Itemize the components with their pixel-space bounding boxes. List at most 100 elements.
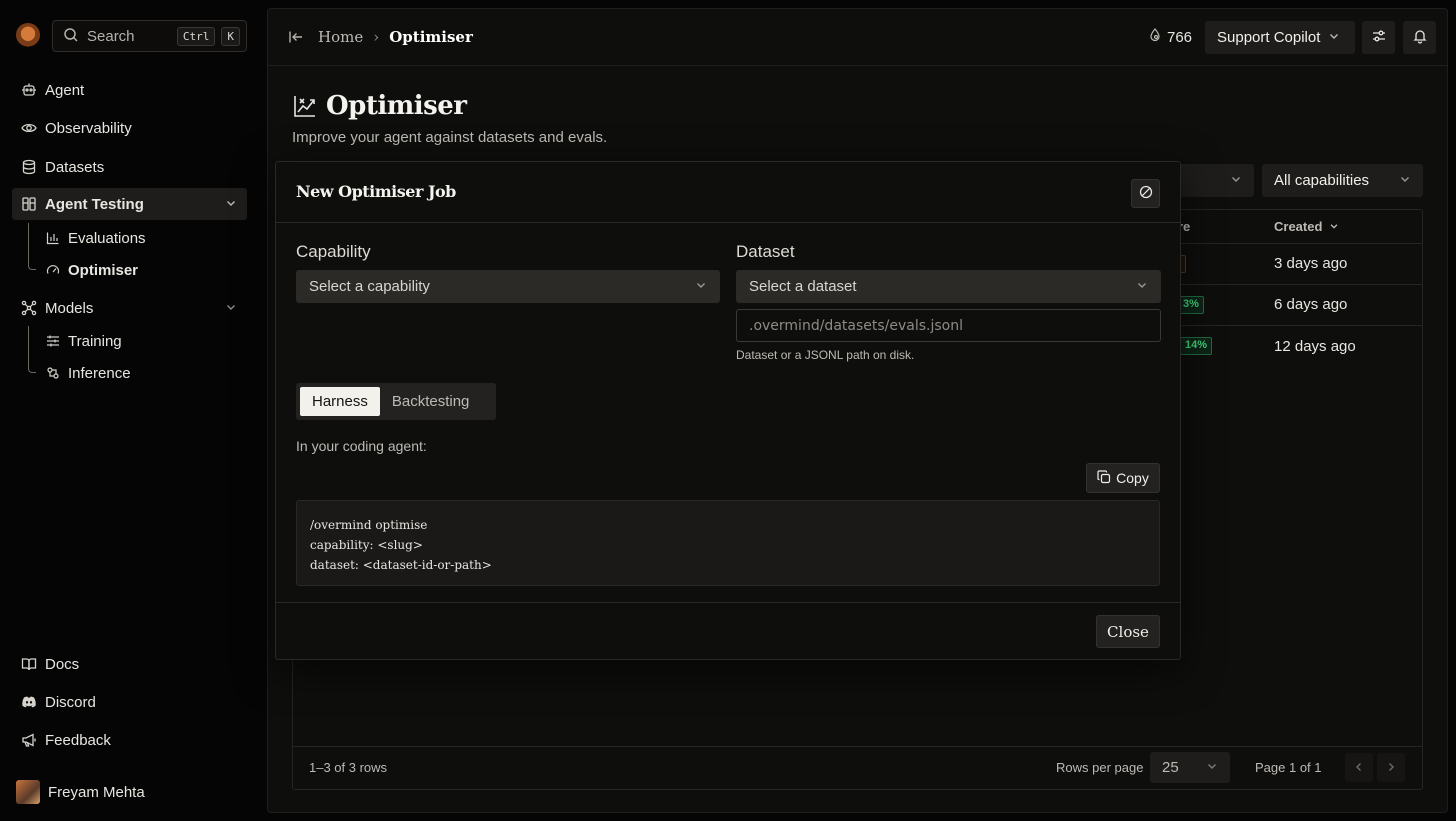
tab-backtesting[interactable]: Backtesting — [380, 387, 482, 416]
chevron-left-icon — [1353, 760, 1365, 776]
nav-optimiser[interactable]: Optimiser — [46, 257, 138, 283]
chevron-down-icon — [1206, 759, 1218, 776]
dialog-header-divider — [276, 222, 1180, 223]
nav-discord[interactable]: Discord — [12, 686, 247, 718]
new-optimiser-job-dialog: New Optimiser Job Capability Select a ca… — [275, 161, 1181, 660]
collapse-sidebar-icon[interactable] — [288, 29, 304, 48]
notifications-button[interactable] — [1403, 21, 1436, 54]
credits-value: 766 — [1167, 28, 1193, 46]
nav-evaluations[interactable]: Evaluations — [46, 225, 146, 251]
capabilities-filter-label: All capabilities — [1274, 172, 1370, 189]
tree-line — [28, 326, 29, 356]
chevron-down-icon — [1330, 224, 1338, 229]
page-heading: Optimiser — [326, 91, 467, 121]
column-header-created[interactable]: Created — [1274, 219, 1339, 234]
book-icon — [21, 656, 37, 672]
nav-feedback[interactable]: Feedback — [12, 724, 247, 756]
testing-icon — [21, 196, 37, 212]
capability-select[interactable]: Select a capability — [296, 270, 720, 303]
created-cell: 3 days ago — [1274, 255, 1348, 272]
dataset-path-input[interactable]: .overmind/datasets/evals.jsonl — [736, 309, 1161, 342]
nav-docs-label: Docs — [45, 655, 80, 673]
nav-agent[interactable]: Agent — [12, 74, 247, 106]
close-icon — [1139, 185, 1153, 202]
rows-per-page-select[interactable]: 25 — [1150, 752, 1230, 783]
chevron-right-icon — [1385, 760, 1397, 776]
next-page-button[interactable] — [1377, 753, 1405, 782]
chevron-down-icon — [1230, 172, 1242, 189]
breadcrumb-home[interactable]: Home — [318, 28, 363, 46]
rows-per-page-label: Rows per page — [1056, 760, 1144, 775]
dialog-footer-divider — [276, 602, 1180, 603]
agent-icon — [21, 82, 37, 98]
page-indicator: Page 1 of 1 — [1255, 760, 1322, 775]
chevron-down-icon — [1399, 172, 1411, 189]
row-count: 1–3 of 3 rows — [309, 760, 388, 775]
copy-label: Copy — [1116, 470, 1149, 486]
capability-label: Capability — [296, 242, 371, 261]
page-subtitle: Improve your agent against datasets and … — [292, 129, 608, 146]
credits-icon — [1148, 28, 1162, 46]
brand-logo[interactable] — [16, 23, 40, 47]
score-badge: 14% — [1180, 337, 1213, 355]
project-name: Support Copilot — [1217, 29, 1321, 46]
dataset-label: Dataset — [736, 242, 795, 261]
nav-inference-label: Inference — [68, 364, 131, 382]
dataset-helper-text: Dataset or a JSONL path on disk. — [736, 348, 915, 362]
search-button[interactable]: Search Ctrl K — [52, 20, 247, 52]
command-code-block: /overmind optimise capability: <slug> da… — [296, 500, 1160, 586]
dataset-select[interactable]: Select a dataset — [736, 270, 1161, 303]
nav-optimiser-label: Optimiser — [68, 261, 139, 279]
sidebar: Search Ctrl K Agent Observability Datase… — [0, 0, 258, 821]
nav-inference[interactable]: Inference — [46, 360, 131, 386]
column-header-created-label: Created — [1274, 219, 1323, 234]
tree-elbow — [28, 250, 36, 270]
user-menu[interactable]: Freyam Mehta — [16, 780, 145, 804]
credits-counter: 766 — [1148, 28, 1192, 46]
chevron-down-icon — [1136, 278, 1148, 295]
nav-observability[interactable]: Observability — [12, 112, 247, 144]
search-label: Search — [87, 27, 135, 45]
created-cell: 12 days ago — [1274, 338, 1356, 355]
dialog-title: New Optimiser Job — [296, 182, 456, 201]
chart-icon — [46, 231, 60, 245]
prev-page-button[interactable] — [1345, 753, 1373, 782]
nav-discord-label: Discord — [45, 693, 96, 711]
tree-line — [28, 223, 29, 253]
inference-icon — [46, 366, 60, 380]
avatar — [16, 780, 40, 804]
capability-select-value: Select a capability — [309, 278, 430, 295]
chevron-down-icon — [225, 300, 237, 317]
topbar: Home › Optimiser 766 Support Copilot — [268, 9, 1447, 66]
settings-button[interactable] — [1362, 21, 1395, 54]
nav-observability-label: Observability — [45, 119, 132, 137]
nav-models[interactable]: Models — [12, 292, 247, 324]
nav-datasets[interactable]: Datasets — [12, 151, 247, 183]
gauge-icon — [46, 263, 60, 277]
tab-harness[interactable]: Harness — [300, 387, 380, 416]
mode-tabs: Harness Backtesting — [296, 383, 496, 420]
project-selector[interactable]: Support Copilot — [1205, 21, 1355, 54]
nav-agent-label: Agent — [45, 81, 85, 99]
nav-agent-testing[interactable]: Agent Testing — [12, 188, 247, 220]
created-cell: 6 days ago — [1274, 296, 1348, 313]
nav-docs[interactable]: Docs — [12, 648, 247, 680]
close-button[interactable]: Close — [1096, 615, 1160, 648]
dialog-close-button[interactable] — [1131, 179, 1160, 208]
sliders-icon — [46, 334, 60, 348]
instructions-text: In your coding agent: — [296, 438, 427, 454]
table-footer-divider — [293, 746, 1422, 747]
chevron-down-icon — [1328, 29, 1340, 46]
nav-datasets-label: Datasets — [45, 158, 105, 176]
megaphone-icon — [21, 732, 37, 748]
bell-icon — [1412, 28, 1428, 47]
nav-agent-testing-label: Agent Testing — [45, 195, 144, 213]
search-icon — [63, 27, 79, 46]
copy-icon — [1097, 469, 1111, 487]
copy-button[interactable]: Copy — [1086, 463, 1160, 493]
discord-icon — [21, 694, 37, 710]
capabilities-filter[interactable]: All capabilities — [1262, 164, 1423, 197]
score-badge: 3% — [1178, 296, 1204, 314]
dataset-select-value: Select a dataset — [749, 278, 857, 295]
nav-training[interactable]: Training — [46, 328, 122, 354]
